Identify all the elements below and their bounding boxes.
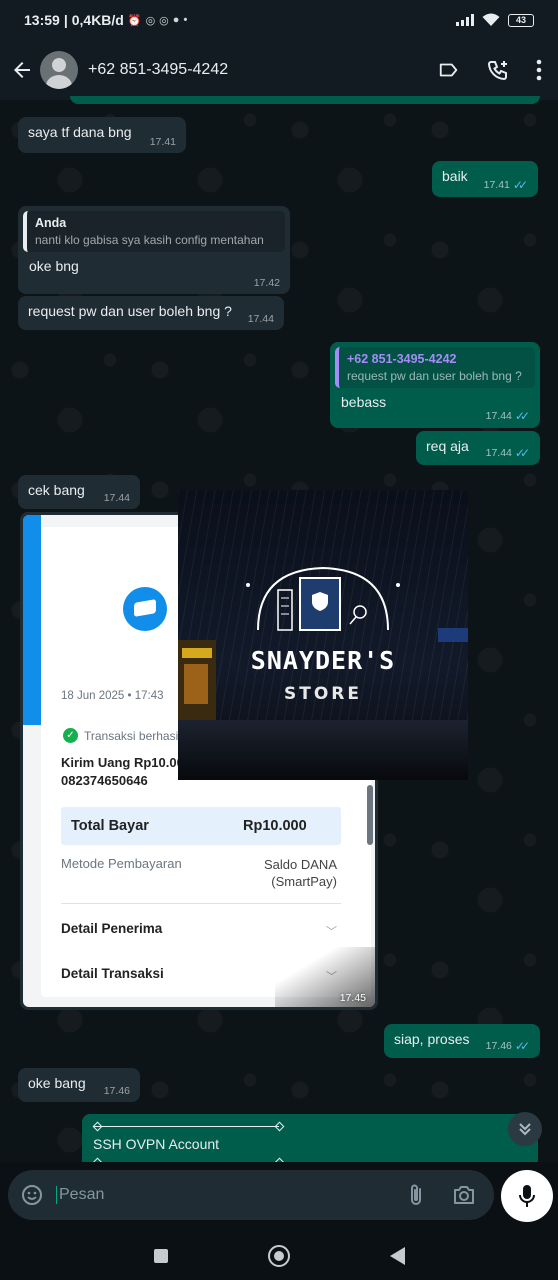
whatsapp-icon: ◎ <box>145 14 156 27</box>
status-right: 43 <box>456 13 534 27</box>
composer-bar <box>0 1162 558 1232</box>
recents-icon[interactable] <box>153 1249 168 1263</box>
message-time: 17.44 <box>247 313 274 325</box>
message-bubble-out[interactable]: req aja 17.44 ✓✓ <box>416 431 540 465</box>
receipt-send-amount: Kirim Uang Rp10.00 <box>61 755 184 770</box>
chat-icon: ● <box>172 14 180 26</box>
scroll-down-button[interactable] <box>508 1112 542 1146</box>
receipt-detail-transaction: Detail Transaksi <box>61 966 164 981</box>
network-speed: 0,4KB/d <box>71 12 124 28</box>
add-call-icon[interactable] <box>486 58 510 82</box>
message-time: 17.41 <box>149 136 176 148</box>
quoted-message[interactable]: +62 851-3495-4242 request pw dan user bo… <box>335 347 535 388</box>
message-time: 17.42 <box>253 277 280 289</box>
double-chevron-down-icon <box>519 1123 531 1136</box>
dana-logo-icon <box>123 587 167 631</box>
message-bubble-in[interactable]: saya tf dana bng 17.41 <box>18 117 186 153</box>
status-bar: 13:59 | 0,4KB/d ⏰ ◎ ◎ ● • 43 <box>0 0 558 40</box>
read-tick-icon: ✓✓ <box>514 446 530 460</box>
receipt-detail-receiver: Detail Penerima <box>61 921 163 936</box>
quote-author: Anda <box>35 216 67 230</box>
message-time: 17.44 <box>485 410 512 422</box>
message-text: cek bang <box>28 482 85 498</box>
store-subtitle: STORE <box>284 684 362 704</box>
message-time: 17.45 <box>339 992 366 1004</box>
back-arrow-icon[interactable] <box>10 58 34 82</box>
message-input[interactable] <box>56 1186 406 1204</box>
read-tick-icon: ✓✓ <box>514 409 530 423</box>
chevron-down-icon: ﹀ <box>326 926 337 938</box>
store-watermark: SNAYDER'S STORE <box>178 490 468 780</box>
back-icon[interactable] <box>389 1247 405 1265</box>
quote-author: +62 851-3495-4242 <box>347 352 457 366</box>
status-time: 13:59 <box>24 12 60 28</box>
signal-icon <box>456 14 474 26</box>
message-bubble-in-reply[interactable]: Anda nanti klo gabisa sya kasih config m… <box>18 206 290 294</box>
message-bubble-out[interactable]: siap, proses 17.46 ✓✓ <box>384 1024 540 1058</box>
store-title: SNAYDER'S <box>250 646 396 675</box>
receipt-status: ✓ Transaksi berhasil <box>63 728 181 743</box>
message-text: siap, proses <box>394 1031 470 1047</box>
avatar[interactable] <box>40 51 78 89</box>
previous-message-edge <box>70 96 540 104</box>
receipt-scrollbar <box>367 785 373 845</box>
message-text: oke bang <box>28 1075 86 1091</box>
message-bubble-out[interactable]: SSH OVPN Account <box>82 1114 538 1166</box>
header-actions <box>438 58 548 82</box>
check-icon: ✓ <box>63 728 78 743</box>
message-time: 17.46 <box>103 1085 130 1097</box>
read-tick-icon: ✓✓ <box>514 1039 530 1053</box>
quote-text: request pw dan user boleh bng ? <box>347 369 522 383</box>
receipt-total-label: Total Bayar <box>71 818 149 834</box>
whatsapp-icon: ◎ <box>159 14 169 27</box>
mic-icon <box>519 1185 535 1207</box>
wifi-icon <box>482 13 500 26</box>
message-bubble-in[interactable]: oke bang 17.46 <box>18 1068 140 1102</box>
message-time: 17.44 <box>103 492 130 504</box>
attach-icon[interactable] <box>406 1183 426 1207</box>
message-bubble-out[interactable]: baik 17.41 ✓✓ <box>432 161 538 197</box>
status-left: 13:59 | 0,4KB/d ⏰ ◎ ◎ ● • <box>24 12 188 28</box>
receipt-date: 18 Jun 2025 • 17:43 <box>61 690 164 702</box>
message-bubble-in[interactable]: cek bang 17.44 <box>18 475 140 509</box>
dot-icon: • <box>183 14 188 26</box>
message-text: saya tf dana bng <box>28 124 132 140</box>
alarm-icon: ⏰ <box>127 14 142 27</box>
receipt-method-value: Saldo DANA (SmartPay) <box>264 857 337 889</box>
message-text: SSH OVPN Account <box>93 1136 220 1152</box>
message-time: 17.44 <box>485 447 512 459</box>
chat-header: +62 851-3495-4242 <box>0 40 558 100</box>
mic-button[interactable] <box>501 1170 553 1222</box>
store-logo-icon <box>246 566 400 631</box>
message-input-container <box>8 1170 494 1220</box>
label-icon[interactable] <box>438 59 460 81</box>
more-vert-icon[interactable] <box>536 59 542 81</box>
message-text: req aja <box>426 438 469 454</box>
quoted-message[interactable]: Anda nanti klo gabisa sya kasih config m… <box>23 211 285 252</box>
receipt-phone: 082374650646 <box>61 773 148 788</box>
read-tick-icon: ✓✓ <box>512 178 528 192</box>
receipt-total-value: Rp10.000 <box>243 818 307 834</box>
message-text: baik <box>442 168 468 184</box>
message-time: 17.46 <box>485 1040 512 1052</box>
system-nav-bar <box>0 1232 558 1280</box>
quote-text: nanti klo gabisa sya kasih config mentah… <box>35 233 264 247</box>
message-text: bebass <box>341 394 387 410</box>
camera-icon[interactable] <box>452 1184 476 1206</box>
message-text: request pw dan user boleh bng ? <box>28 303 232 319</box>
message-bubble-out-reply[interactable]: +62 851-3495-4242 request pw dan user bo… <box>330 342 540 428</box>
message-time: 17.41 <box>483 179 510 191</box>
contact-name[interactable]: +62 851-3495-4242 <box>88 61 228 79</box>
message-text: oke bng <box>29 258 79 274</box>
receipt-method-label: Metode Pembayaran <box>61 856 182 871</box>
emoji-icon[interactable] <box>20 1183 44 1207</box>
home-icon[interactable] <box>267 1245 290 1267</box>
battery-icon: 43 <box>508 13 534 27</box>
message-bubble-in[interactable]: request pw dan user boleh bng ? 17.44 <box>18 296 284 330</box>
